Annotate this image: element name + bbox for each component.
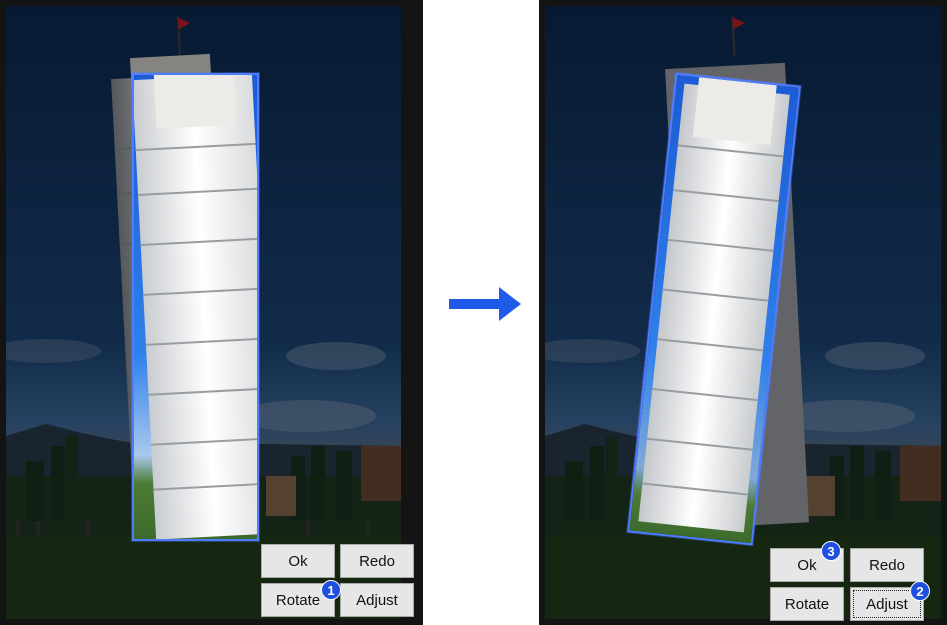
arrow-right-icon <box>449 287 521 321</box>
tower-photo <box>545 6 941 619</box>
adjust-button-label: Adjust <box>866 595 908 613</box>
comparison-stage: Ok Redo Rotate Adjust 1 Ok Redo Rotate A… <box>0 0 947 625</box>
rotate-button[interactable]: Rotate <box>770 587 844 621</box>
rotate-button-label: Rotate <box>275 591 321 609</box>
step-badge-adjust: 2 <box>910 581 930 601</box>
adjust-button[interactable]: Adjust <box>340 583 414 617</box>
selected-tower-region <box>134 75 257 539</box>
redo-button-label: Redo <box>869 556 905 574</box>
tower-photo <box>6 6 401 619</box>
rotate-button-label: Rotate <box>784 595 830 613</box>
editor-panel-after: Ok Redo Rotate Adjust 3 2 <box>539 0 947 625</box>
step-badge-ok: 3 <box>821 541 841 561</box>
step-badge-rotate-number: 1 <box>327 582 335 598</box>
editor-panel-before: Ok Redo Rotate Adjust 1 <box>0 0 423 625</box>
redo-button[interactable]: Redo <box>340 544 414 578</box>
step-badge-rotate: 1 <box>321 580 341 600</box>
ok-button-label: Ok <box>288 552 308 570</box>
step-badge-ok-number: 3 <box>827 543 835 559</box>
ok-button[interactable]: Ok <box>261 544 335 578</box>
adjust-button-label: Adjust <box>356 591 398 609</box>
redo-button-label: Redo <box>359 552 395 570</box>
ok-button-label: Ok <box>797 556 817 574</box>
step-badge-adjust-number: 2 <box>916 583 924 599</box>
selection-rectangle[interactable] <box>132 73 259 541</box>
redo-button[interactable]: Redo <box>850 548 924 582</box>
